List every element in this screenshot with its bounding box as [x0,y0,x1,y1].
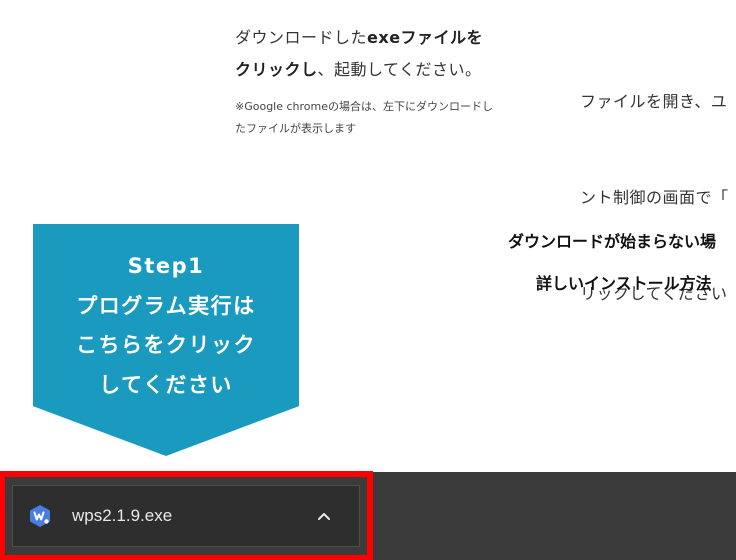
instruction-2-line-2: ント制御の画面で「 [580,188,729,207]
install-guide-link[interactable]: 詳しいインストール方法 [536,270,712,294]
instruction-text-1: ダウンロードしたexeファイルを クリックし、起動してください。 [235,22,525,86]
step1-line-2: プログラム実行は [76,293,256,318]
step1-line-3: こちらをクリック [76,333,256,357]
step1-title: Step1 [127,254,205,278]
wps-office-icon [28,504,52,528]
instruction-2-line-1: ファイルを開き、ユ [580,92,728,111]
instruction-line-1: ダウンロードしたexeファイルを [235,28,484,47]
chevron-up-icon[interactable] [313,506,335,528]
instruction-text-2: ファイルを開き、ユ ント制御の画面で「 リックしてください [580,22,736,342]
chrome-note-line-2: たファイルが表示します [235,122,356,135]
download-not-starting-link[interactable]: ダウンロードが始まらない場 [508,228,716,252]
chrome-note-line-1: ※Google chromeの場合は、左下にダウンロードし [235,100,494,113]
download-file-name[interactable]: wps2.1.9.exe [72,505,172,527]
step1-line-4: してください [99,372,233,397]
download-item[interactable]: wps2.1.9.exe [12,485,360,547]
chrome-note: ※Google chromeの場合は、左下にダウンロードし たファイルが表示しま… [235,96,525,140]
step1-banner-text: Step1 プログラム実行は こちらをクリック してください [33,247,299,405]
instruction-line-2: クリックし、起動してください。 [235,60,482,79]
